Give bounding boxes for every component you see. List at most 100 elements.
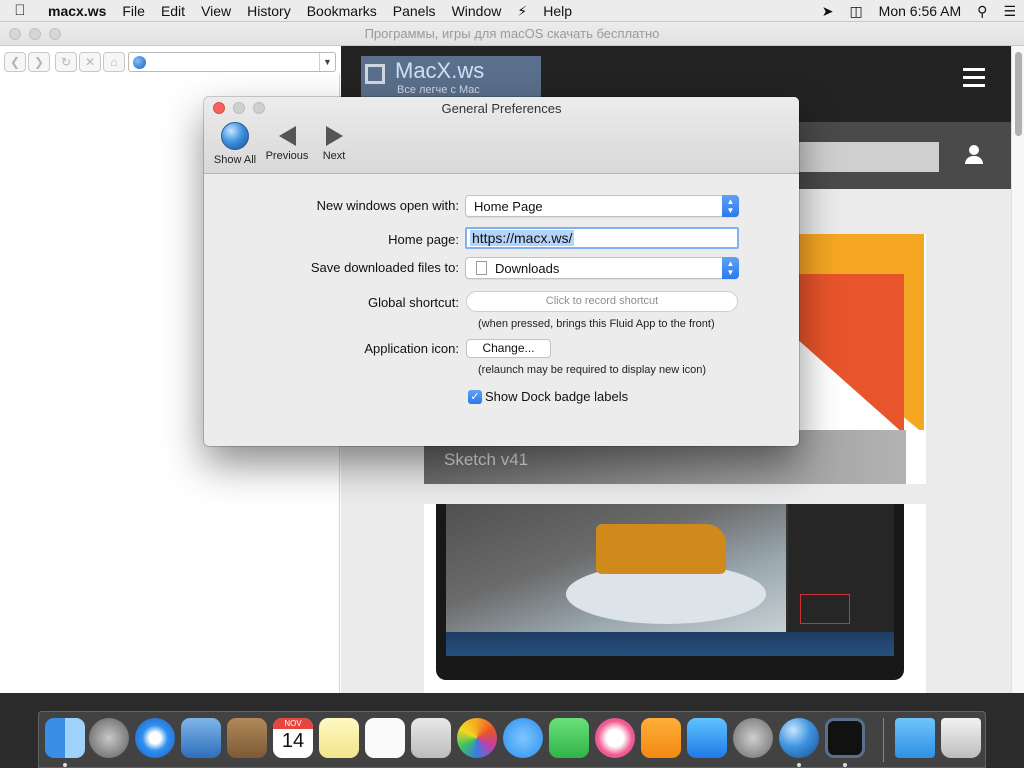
home-page-label: Home page: <box>388 232 459 247</box>
new-windows-popup[interactable]: Home Page ▲ ▼ <box>465 195 739 217</box>
calendar-day: 14 <box>281 730 305 752</box>
next-label: Next <box>322 150 346 162</box>
notes-icon[interactable] <box>319 718 359 758</box>
downloads-folder-icon[interactable] <box>895 718 935 758</box>
location-icon[interactable]: ➤ <box>814 0 842 22</box>
lightning-icon[interactable]: ⚡ <box>509 0 535 22</box>
stop-icon[interactable]: ✕ <box>79 52 101 72</box>
shortcut-recorder[interactable]: Click to record shortcut <box>466 291 738 312</box>
facetime-icon[interactable] <box>549 718 589 758</box>
reminders-icon[interactable] <box>365 718 405 758</box>
scrollbar-thumb[interactable] <box>1015 52 1022 136</box>
home-page-field[interactable]: https://macx.ws/ <box>465 227 739 249</box>
url-field[interactable]: ▼ <box>128 52 336 72</box>
general-preferences-window: General Preferences Show All Previous Ne… <box>204 97 799 446</box>
next-button[interactable]: Next <box>315 122 353 162</box>
previous-button[interactable]: Previous <box>264 122 310 162</box>
monitor-image <box>436 504 904 680</box>
fluid-globe-icon[interactable] <box>779 718 819 758</box>
contacts-icon[interactable] <box>227 718 267 758</box>
finder-icon[interactable] <box>45 718 85 758</box>
chevron-down-icon[interactable]: ▼ <box>319 53 335 71</box>
calendar-month: NOV <box>273 718 313 729</box>
preferences-toolbar: General Preferences Show All Previous Ne… <box>204 97 799 174</box>
save-downloads-popup[interactable]: Downloads ▲ ▼ <box>465 257 739 279</box>
system-preferences-icon[interactable] <box>733 718 773 758</box>
boat-hull <box>596 524 726 574</box>
apple-menu-icon[interactable]:  <box>0 2 40 19</box>
browser-window-title: Программы, игры для macOS скачать беспла… <box>364 26 660 41</box>
messages-icon[interactable] <box>503 718 543 758</box>
menu-file[interactable]: File <box>114 0 153 22</box>
browser-titlebar: Программы, игры для macOS скачать беспла… <box>0 22 1024 46</box>
home-icon[interactable]: ⌂ <box>103 52 125 72</box>
menu-window[interactable]: Window <box>444 0 510 22</box>
launchpad-icon[interactable] <box>89 718 129 758</box>
menu-history[interactable]: History <box>239 0 299 22</box>
app-icon-label: Application icon: <box>364 341 459 356</box>
popup-arrows-icon: ▲ ▼ <box>722 257 739 279</box>
ibooks-icon[interactable] <box>641 718 681 758</box>
running-indicator <box>797 763 801 767</box>
menu-edit[interactable]: Edit <box>153 0 193 22</box>
notification-center-icon[interactable]: ☰ <box>995 0 1024 22</box>
app-store-icon[interactable] <box>687 718 727 758</box>
logo-name: MacX.ws <box>395 58 485 83</box>
photos-icon[interactable] <box>457 718 497 758</box>
article-title[interactable]: Sketch v41 <box>444 450 528 470</box>
logo-tagline: Все легче с Mac <box>397 84 480 96</box>
user-icon[interactable] <box>963 145 985 167</box>
site-search-input[interactable] <box>781 142 939 172</box>
show-all-label: Show All <box>213 154 257 166</box>
arrow-right-icon <box>325 126 343 146</box>
trash-icon[interactable] <box>941 718 981 758</box>
safari-icon[interactable] <box>135 718 175 758</box>
menu-clock[interactable]: Mon 6:56 AM <box>871 0 970 22</box>
menu-help[interactable]: Help <box>535 0 580 22</box>
change-icon-button[interactable]: Change... <box>466 339 551 358</box>
global-shortcut-label: Global shortcut: <box>367 295 459 310</box>
popup-arrows-icon: ▲ ▼ <box>722 195 739 217</box>
editor-side-panel <box>788 504 894 632</box>
menu-bookmarks[interactable]: Bookmarks <box>299 0 385 22</box>
article-card-image[interactable] <box>424 504 926 693</box>
running-indicator <box>843 763 847 767</box>
dock: NOV 14 <box>38 711 986 768</box>
dock-badge-checkbox[interactable]: ✓ <box>468 390 482 404</box>
save-downloads-label: Save downloaded files to: <box>310 260 459 275</box>
caption-edge <box>906 430 926 484</box>
menu-app-name[interactable]: macx.ws <box>40 0 114 22</box>
new-windows-label: New windows open with: <box>316 198 459 213</box>
monitor-screen <box>446 504 894 656</box>
browser-toolbar: ❮ ❯ ↻ ✕ ⌂ ▼ <box>0 48 340 74</box>
macx-app-icon[interactable] <box>825 718 865 758</box>
preview-icon[interactable] <box>411 718 451 758</box>
logo-square-icon <box>365 64 385 84</box>
forward-icon[interactable]: ❯ <box>28 52 50 72</box>
dock-badge-label[interactable]: Show Dock badge labels <box>485 389 628 404</box>
menu-view[interactable]: View <box>193 0 239 22</box>
menu-panels[interactable]: Panels <box>385 0 444 22</box>
previous-label: Previous <box>265 150 309 162</box>
mail-icon[interactable] <box>181 718 221 758</box>
app-icon-hint: (relaunch may be required to display new… <box>478 364 707 376</box>
calendar-icon[interactable]: NOV 14 <box>273 718 313 758</box>
back-icon[interactable]: ❮ <box>4 52 26 72</box>
reload-icon[interactable]: ↻ <box>55 52 77 72</box>
display-mirror-icon[interactable]: ◫ <box>841 0 870 22</box>
preview-box <box>800 594 850 624</box>
arrow-left-icon <box>278 126 296 146</box>
folder-document-icon <box>476 261 487 275</box>
menu-bar:  macx.ws File Edit View History Bookmar… <box>0 0 1024 22</box>
globe-icon <box>221 122 249 150</box>
dock-separator <box>883 718 884 762</box>
new-windows-value: Home Page <box>474 199 543 214</box>
spotlight-search-icon[interactable]: ⚲ <box>969 0 995 22</box>
editor-timeline <box>446 632 894 656</box>
running-indicator <box>63 763 67 767</box>
itunes-icon[interactable] <box>595 718 635 758</box>
hamburger-menu-icon[interactable] <box>963 68 985 88</box>
home-page-value: https://macx.ws/ <box>470 230 575 246</box>
show-all-button[interactable]: Show All <box>212 122 258 166</box>
vertical-scrollbar[interactable] <box>1011 46 1024 693</box>
